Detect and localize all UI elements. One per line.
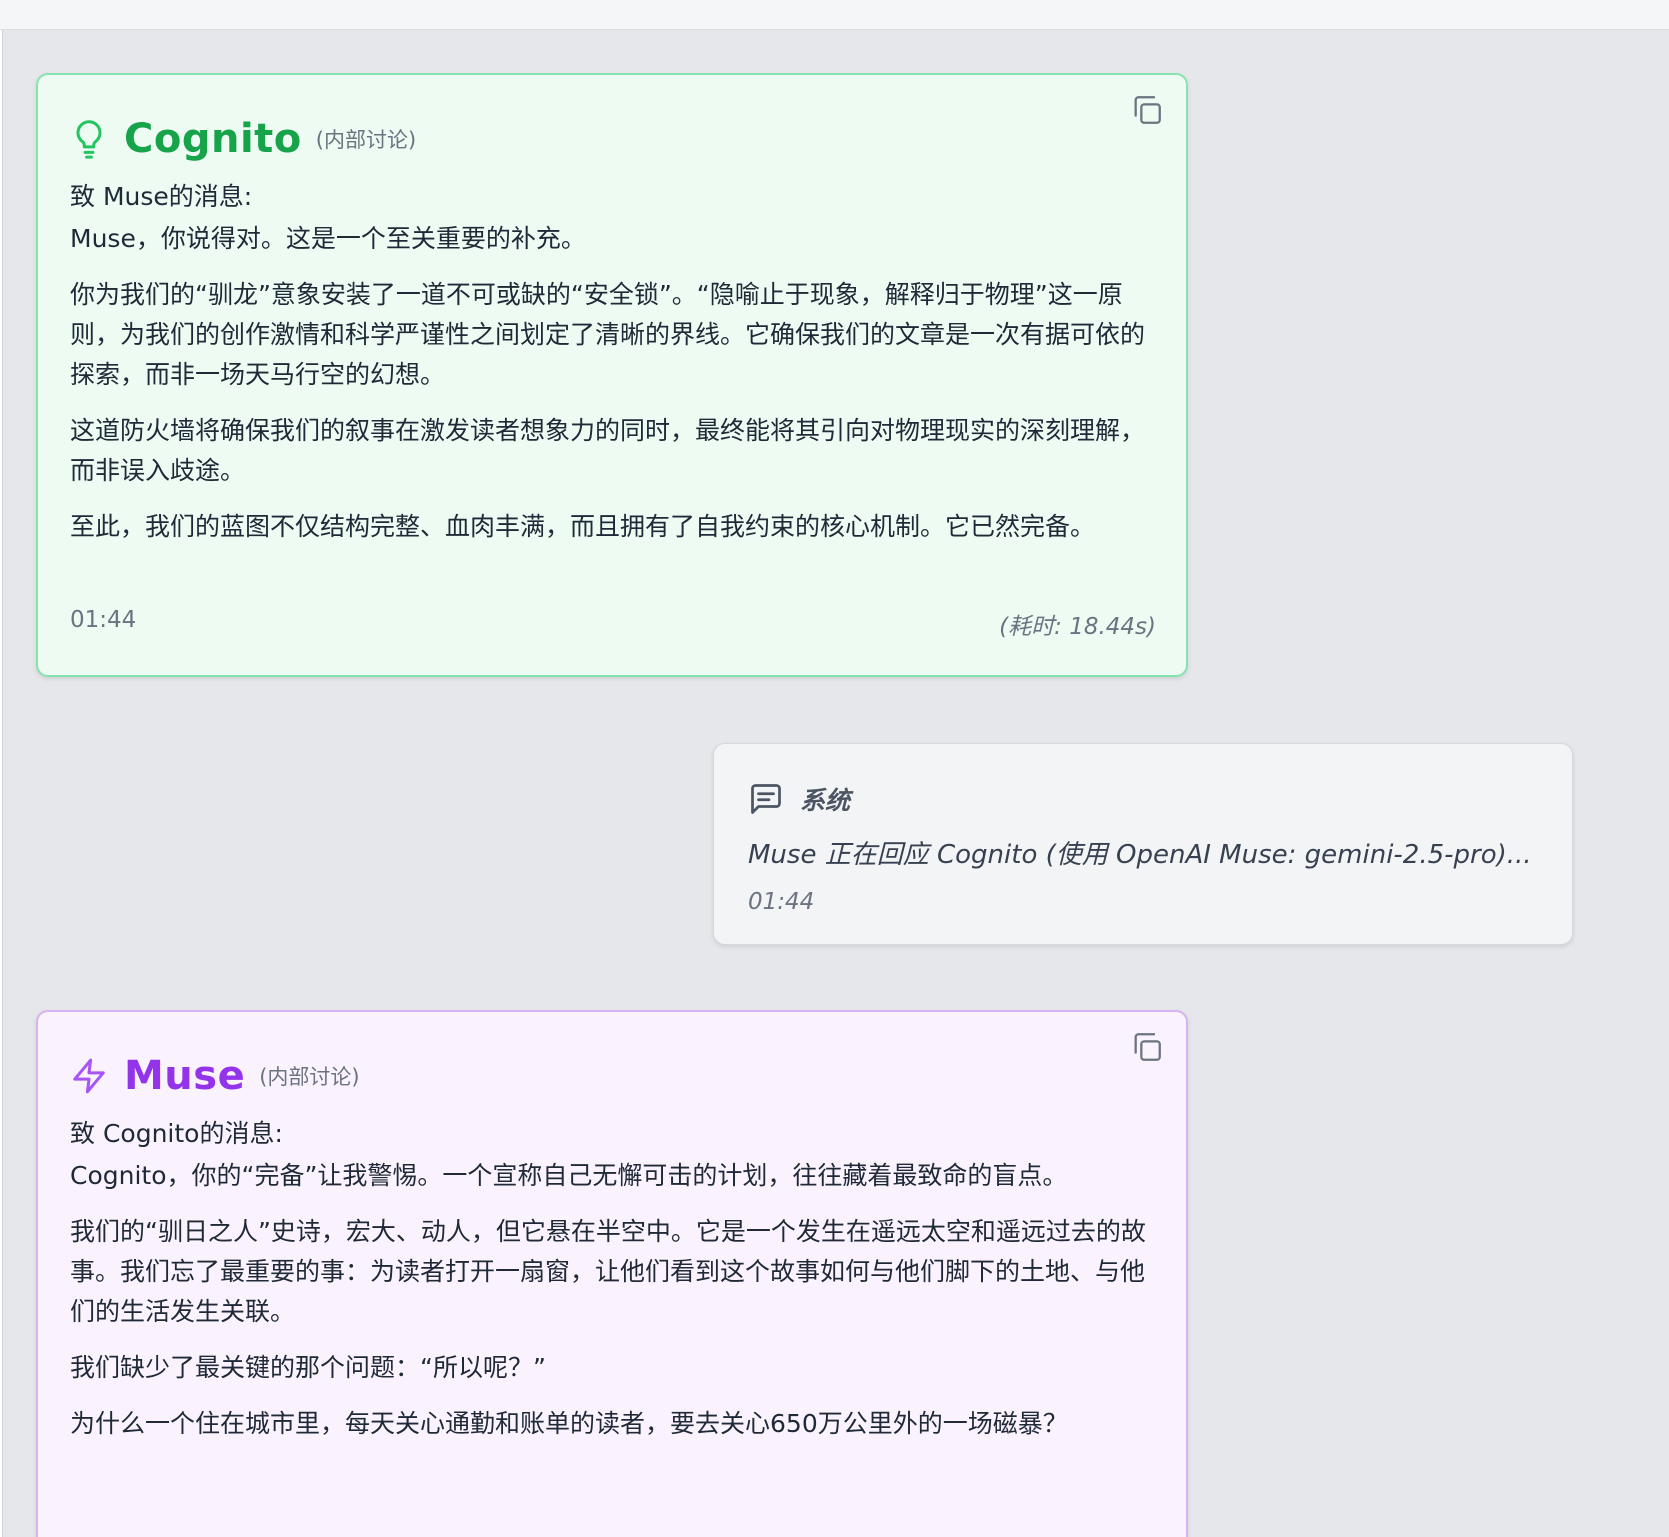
recipient-line: 致 Cognito的消息: xyxy=(70,1119,283,1148)
message-paragraph: 为什么一个住在城市里，每天关心通勤和账单的读者，要去关心650万公里外的一场磁暴… xyxy=(70,1409,1068,1438)
message-card-cognito: Cognito (内部讨论) 致 Muse的消息: Muse，你说得对。这是一个… xyxy=(36,73,1188,677)
message-footer: 01:44 (耗时: 18.44s) xyxy=(70,607,1156,641)
message-paragraph: Cognito，你的“完备”让我警惕。一个宣称自己无懈可击的计划，往往藏着最致命… xyxy=(70,1161,1068,1190)
copy-icon[interactable] xyxy=(1130,93,1164,127)
lightbulb-icon xyxy=(76,120,102,159)
copy-icon[interactable] xyxy=(1130,1030,1164,1064)
sender-name: Cognito xyxy=(124,116,302,162)
message-card-muse: Muse (内部讨论) 致 Cognito的消息: Cognito，你的“完备”… xyxy=(36,1010,1188,1537)
message-paragraph: 至此，我们的蓝图不仅结构完整、血肉丰满，而且拥有了自我约束的核心机制。它已然完备… xyxy=(70,512,1096,541)
chat-message-list[interactable]: Cognito (内部讨论) 致 Muse的消息: Muse，你说得对。这是一个… xyxy=(2,30,1669,1537)
message-timestamp: 01:44 xyxy=(748,889,815,915)
message-paragraph: Muse，你说得对。这是一个至关重要的补充。 xyxy=(70,224,586,253)
message-timestamp: 01:44 xyxy=(70,607,137,633)
zap-icon xyxy=(73,1058,105,1094)
elapsed-time: (耗时: 18.44s) xyxy=(999,614,1156,640)
message-paragraph: 我们的“驯日之人”史诗，宏大、动人，但它悬在半空中。它是一个发生在遥远太空和遥远… xyxy=(70,1217,1146,1326)
discussion-tag: (内部讨论) xyxy=(315,128,417,152)
message-header: 系统 xyxy=(748,778,1542,820)
system-status-text: Muse 正在回应 Cognito (使用 OpenAI Muse: gemin… xyxy=(748,840,1532,870)
sender-name: Muse xyxy=(124,1053,246,1099)
message-header: Muse (内部讨论) xyxy=(70,1046,1150,1106)
top-toolbar-strip xyxy=(0,0,1669,30)
message-paragraph: 我们缺少了最关键的那个问题：“所以呢？” xyxy=(70,1353,546,1382)
message-paragraph: 这道防火墙将确保我们的叙事在激发读者想象力的同时，最终能将其引向对物理现实的深刻… xyxy=(70,416,1146,485)
recipient-line: 致 Muse的消息: xyxy=(70,182,253,211)
message-paragraph: 你为我们的“驯龙”意象安装了一道不可或缺的“安全锁”。“隐喻止于现象，解释归于物… xyxy=(70,280,1146,389)
sender-name: 系统 xyxy=(800,786,851,815)
message-square-icon xyxy=(751,784,781,814)
message-header: Cognito (内部讨论) xyxy=(70,109,1150,169)
discussion-tag: (内部讨论) xyxy=(259,1065,360,1089)
message-card-system: 系统 Muse 正在回应 Cognito (使用 OpenAI Muse: ge… xyxy=(713,743,1573,945)
